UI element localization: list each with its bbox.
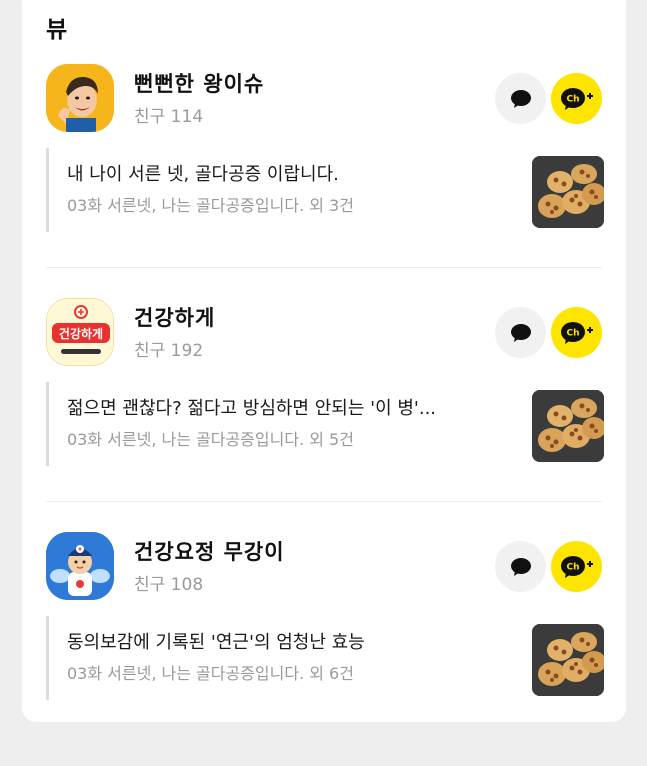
chat-bubble-icon xyxy=(510,323,531,342)
chat-bubble-icon xyxy=(510,89,531,108)
person-face-avatar-icon xyxy=(46,64,114,132)
post-thumbnail[interactable] xyxy=(532,390,604,462)
post-title[interactable]: 젊으면 괜찮다? 젊다고 방심하면 안되는 '이 병'... xyxy=(67,394,507,420)
post-subtitle: 03화 서른넷, 나는 골다공증입니다. 외 5건 xyxy=(67,430,354,449)
doctor-character-avatar-icon xyxy=(46,532,114,600)
chat-button[interactable] xyxy=(495,73,546,124)
channel-add-icon: Ch xyxy=(560,321,593,344)
channel-add-button[interactable]: Ch xyxy=(551,73,602,124)
post-thumbnail[interactable] xyxy=(532,624,604,696)
divider xyxy=(46,267,602,268)
post-preview[interactable]: 동의보감에 기록된 '연근'의 엄청난 효능 03화 서른넷, 나는 골다공증입… xyxy=(46,616,609,700)
post-preview[interactable]: 내 나이 서른 넷, 골다공증 이랍니다. 03화 서른넷, 나는 골다공증입니… xyxy=(46,148,609,232)
divider xyxy=(46,501,602,502)
channel-friends-count: 친구 114 xyxy=(134,107,204,127)
channel-add-icon: Ch xyxy=(560,87,593,110)
chat-button[interactable] xyxy=(495,307,546,358)
channel-friends-count: 친구 108 xyxy=(134,575,204,595)
lotus-root-food-photo-icon xyxy=(532,624,604,696)
channel-item: 건강요정 무강이 친구 108 Ch 동의보감에 기록된 '연근'의 엄청난 효… xyxy=(0,532,647,766)
channel-add-button[interactable]: Ch xyxy=(551,541,602,592)
post-title[interactable]: 동의보감에 기록된 '연근'의 엄청난 효능 xyxy=(67,628,507,654)
channel-name[interactable]: 뻔뻔한 왕이슈 xyxy=(134,68,264,98)
channel-name[interactable]: 건강하게 xyxy=(134,302,215,332)
chat-button[interactable] xyxy=(495,541,546,592)
channel-add-label: Ch xyxy=(566,94,579,104)
post-title[interactable]: 내 나이 서른 넷, 골다공증 이랍니다. xyxy=(67,160,507,186)
channel-friends-count: 친구 192 xyxy=(134,341,204,361)
section-title: 뷰 xyxy=(46,17,68,43)
post-subtitle: 03화 서른넷, 나는 골다공증입니다. 외 3건 xyxy=(67,196,354,215)
channel-avatar[interactable] xyxy=(46,532,114,600)
channel-add-button[interactable]: Ch xyxy=(551,307,602,358)
chat-bubble-icon xyxy=(510,557,531,576)
post-preview[interactable]: 젊으면 괜찮다? 젊다고 방심하면 안되는 '이 병'... 03화 서른넷, … xyxy=(46,382,609,466)
post-thumbnail[interactable] xyxy=(532,156,604,228)
lotus-root-food-photo-icon xyxy=(532,156,604,228)
channel-add-label: Ch xyxy=(566,562,579,572)
health-logo-avatar-icon: 건강하게 xyxy=(47,299,113,365)
channel-name[interactable]: 건강요정 무강이 xyxy=(134,536,285,566)
channel-avatar[interactable]: 건강하게 xyxy=(46,298,114,366)
post-subtitle: 03화 서른넷, 나는 골다공증입니다. 외 6건 xyxy=(67,664,354,683)
avatar-logo-text: 건강하게 xyxy=(59,326,103,341)
channel-avatar[interactable] xyxy=(46,64,114,132)
channel-add-label: Ch xyxy=(566,328,579,338)
channel-item: 건강하게 건강하게 친구 192 Ch 젊으면 괜찮다? 젊다고 방심하면 안되… xyxy=(0,298,647,532)
channel-add-icon: Ch xyxy=(560,555,593,578)
channel-item: 뻔뻔한 왕이슈 친구 114 Ch 내 나이 서른 넷, 골다공증 이랍니다. … xyxy=(0,64,647,298)
lotus-root-food-photo-icon xyxy=(532,390,604,462)
